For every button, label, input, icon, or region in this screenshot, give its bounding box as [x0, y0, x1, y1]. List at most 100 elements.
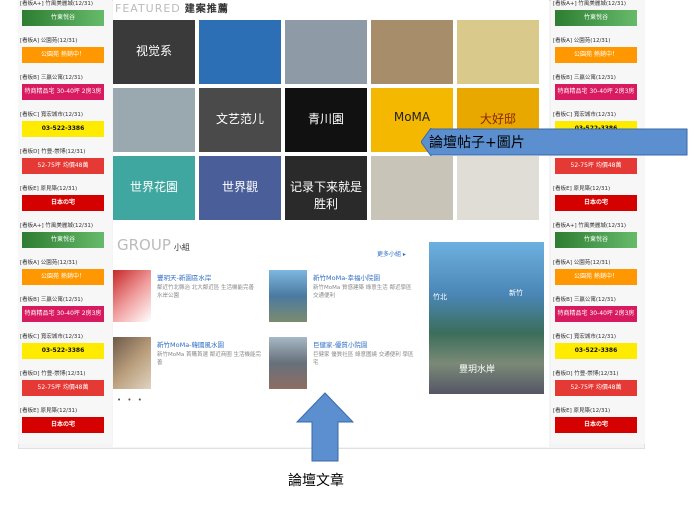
tile-text: MoMA — [393, 110, 431, 124]
ad-slot[interactable]: [看板A] 公園苑(12/31) 公園苑 熱銷中！ — [18, 259, 112, 296]
tile-text: 视觉系 — [135, 44, 172, 58]
featured-tile[interactable] — [457, 156, 539, 220]
ad-label[interactable]: [看板C] 寬宏城市(12/31) — [20, 334, 83, 341]
ad-banner[interactable]: 特商精品宅 30-40坪 2房3房 — [555, 306, 637, 322]
ad-slot[interactable]: [看板E] 原見築(12/31) 日本の宅 — [18, 407, 112, 444]
ad-banner[interactable]: 52-75坪 均價48萬 — [22, 158, 104, 174]
featured-tile[interactable] — [199, 20, 281, 84]
ad-banner[interactable]: 竹東悅谷 — [555, 232, 637, 248]
featured-tile[interactable] — [285, 20, 367, 84]
ad-slot[interactable]: [看板A+] 竹風美麗城(12/31) 竹東悅谷 — [18, 0, 112, 37]
ad-banner[interactable]: 公園苑 熱銷中！ — [555, 47, 637, 63]
ad-slot[interactable]: [看板A+] 竹風美麗城(12/31) 竹東悅谷 — [551, 0, 645, 37]
featured-photo[interactable]: 竹北 新竹 豐玥水岸 — [429, 242, 544, 394]
ad-slot[interactable]: [看板B] 三贏公寓(12/31) 特商精品宅 30-40坪 2房3房 — [551, 74, 645, 111]
ad-banner[interactable]: 公園苑 熱銷中！ — [22, 47, 104, 63]
ad-banner[interactable]: 日本の宅 — [22, 417, 104, 433]
forum-post[interactable]: 新竹MoMa-幸福小院園 新竹MoMa 質感建築 綠意生活 鄰近學區 交通便利 — [269, 270, 419, 322]
ad-slot[interactable]: [看板C] 寬宏城市(12/31) 03-522-3386 — [551, 333, 645, 370]
ad-label[interactable]: [看板A+] 竹風美麗城(12/31) — [553, 1, 626, 8]
ad-label[interactable]: [看板A] 公園苑(12/31) — [553, 260, 610, 267]
ad-label[interactable]: [看板E] 原見築(12/31) — [20, 186, 77, 193]
ad-slot[interactable]: [看板C] 寬宏城市(12/31) 03-522-3386 — [18, 111, 112, 148]
ad-slot[interactable]: [看板E] 原見築(12/31) 日本の宅 — [551, 185, 645, 222]
ad-slot[interactable]: [看板A+] 竹風美麗城(12/31) 竹東悅谷 — [551, 222, 645, 259]
ad-banner[interactable]: 52-75坪 均價48萬 — [555, 380, 637, 396]
group-pager[interactable]: • • • — [117, 396, 144, 404]
featured-tile[interactable] — [371, 156, 453, 220]
ad-label[interactable]: [看板E] 原見築(12/31) — [553, 186, 610, 193]
ad-slot[interactable]: [看板E] 原見築(12/31) 日本の宅 — [18, 185, 112, 222]
ad-slot[interactable]: [看板D] 竹豊-崇博(12/31) 52-75坪 均價48萬 — [551, 370, 645, 407]
ad-label[interactable]: [看板C] 寬宏城市(12/31) — [20, 112, 83, 119]
ad-label[interactable]: [看板B] 三贏公寓(12/31) — [553, 75, 616, 82]
ad-label[interactable]: [看板A] 公園苑(12/31) — [553, 38, 610, 45]
featured-tile[interactable]: 视觉系 — [113, 20, 195, 84]
ad-slot[interactable]: [看板A+] 竹風美麗城(12/31) 竹東悅谷 — [18, 222, 112, 259]
featured-tile[interactable] — [113, 88, 195, 152]
ad-banner[interactable]: 公園苑 熱銷中！ — [22, 269, 104, 285]
featured-tile[interactable] — [457, 20, 539, 84]
ad-banner[interactable]: 日本の宅 — [555, 195, 637, 211]
ad-banner[interactable]: 特商精品宅 30-40坪 2房3房 — [22, 306, 104, 322]
ad-banner[interactable]: 03-522-3386 — [555, 343, 637, 359]
ad-slot[interactable]: [看板A] 公園苑(12/31) 公園苑 熱銷中！ — [18, 37, 112, 74]
ad-label[interactable]: [看板B] 三贏公寓(12/31) — [20, 297, 83, 304]
ad-banner[interactable]: 竹東悅谷 — [22, 232, 104, 248]
ad-banner[interactable]: 52-75坪 均價48萬 — [22, 380, 104, 396]
post-thumbnail[interactable] — [269, 270, 307, 322]
ad-banner[interactable]: 特商精品宅 30-40坪 2房3房 — [555, 84, 637, 100]
ad-label[interactable]: [看板A+] 竹風美麗城(12/31) — [20, 1, 93, 8]
ad-slot[interactable]: [看板A] 公園苑(12/31) 公園苑 熱銷中！ — [551, 37, 645, 74]
ad-label[interactable]: [看板E] 原見築(12/31) — [553, 408, 610, 415]
featured-tile[interactable] — [371, 20, 453, 84]
ad-banner[interactable]: 03-522-3386 — [22, 121, 104, 137]
post-thumbnail[interactable] — [113, 337, 151, 389]
ad-label[interactable]: [看板B] 三贏公寓(12/31) — [20, 75, 83, 82]
ad-banner[interactable]: 竹東悅谷 — [555, 10, 637, 26]
ad-label[interactable]: [看板A+] 竹風美麗城(12/31) — [20, 223, 93, 230]
more-groups-link[interactable]: 更多小組 ▸ — [377, 249, 406, 258]
featured-tile[interactable]: 世界花園 — [113, 156, 195, 220]
featured-tile[interactable]: 世界觀 — [199, 156, 281, 220]
ad-banner[interactable]: 公園苑 熱銷中！ — [555, 269, 637, 285]
group-heading: GROUP 小組 — [117, 236, 190, 254]
ad-label[interactable]: [看板A+] 竹風美麗城(12/31) — [553, 223, 626, 230]
post-title[interactable]: 新竹MoMa-幸福小院園 — [313, 272, 380, 282]
ad-slot[interactable]: [看板B] 三贏公寓(12/31) 特商精品宅 30-40坪 2房3房 — [551, 296, 645, 333]
ad-slot[interactable]: [看板C] 寬宏城市(12/31) 03-522-3386 — [18, 333, 112, 370]
post-title[interactable]: 新竹MoMa-韓國風水園 — [157, 339, 224, 349]
post-title[interactable]: 豐玥天-新園區水岸 — [157, 272, 211, 282]
ad-banner[interactable]: 03-522-3386 — [22, 343, 104, 359]
ad-label[interactable]: [看板C] 寬宏城市(12/31) — [553, 112, 616, 119]
post-title[interactable]: 巨健家-優質小院園 — [313, 339, 367, 349]
ad-banner[interactable]: 52-75坪 均價48萬 — [555, 158, 637, 174]
ad-label[interactable]: [看板A] 公園苑(12/31) — [20, 260, 77, 267]
ad-slot[interactable]: [看板D] 竹豊-崇博(12/31) 52-75坪 均價48萬 — [18, 370, 112, 407]
ad-slot[interactable]: [看板A] 公園苑(12/31) 公園苑 熱銷中！ — [551, 259, 645, 296]
ad-label[interactable]: [看板D] 竹豊-崇博(12/31) — [20, 149, 85, 156]
ad-banner[interactable]: 竹東悅谷 — [22, 10, 104, 26]
tile-text: 大好邸 — [479, 112, 516, 126]
forum-post[interactable]: 豐玥天-新園區水岸 鄰近竹北縣治 北大鄰近區 生活機能完善 水岸公園 — [113, 270, 263, 322]
post-thumbnail[interactable] — [113, 270, 151, 322]
ad-banner[interactable]: 特商精品宅 30-40坪 2房3房 — [22, 84, 104, 100]
ad-label[interactable]: [看板D] 竹豊-崇博(12/31) — [553, 371, 618, 378]
ad-label[interactable]: [看板A] 公園苑(12/31) — [20, 38, 77, 45]
featured-tile[interactable]: 记录下来就是胜利 — [285, 156, 367, 220]
ad-label[interactable]: [看板D] 竹豊-崇博(12/31) — [20, 371, 85, 378]
featured-tile[interactable]: 文艺范儿 — [199, 88, 281, 152]
ad-banner[interactable]: 日本の宅 — [22, 195, 104, 211]
ad-label[interactable]: [看板E] 原見築(12/31) — [20, 408, 77, 415]
ad-label[interactable]: [看板B] 三贏公寓(12/31) — [553, 297, 616, 304]
featured-tile[interactable]: 青川園 — [285, 88, 367, 152]
ad-banner[interactable]: 日本の宅 — [555, 417, 637, 433]
ad-slot[interactable]: [看板E] 原見築(12/31) 日本の宅 — [551, 407, 645, 444]
ad-slot[interactable]: [看板D] 竹豊-崇博(12/31) 52-75坪 均價48萬 — [18, 148, 112, 185]
post-thumbnail[interactable] — [269, 337, 307, 389]
ad-slot[interactable]: [看板B] 三贏公寓(12/31) 特商精品宅 30-40坪 2房3房 — [18, 296, 112, 333]
forum-post[interactable]: 新竹MoMa-韓國風水園 新竹MoMa 首購首選 鄰近商圈 生活機能完善 — [113, 337, 263, 389]
ad-slot[interactable]: [看板B] 三贏公寓(12/31) 特商精品宅 30-40坪 2房3房 — [18, 74, 112, 111]
ad-label[interactable]: [看板C] 寬宏城市(12/31) — [553, 334, 616, 341]
forum-post[interactable]: 巨健家-優質小院園 巨健家 優質社區 綠意圍繞 交通便利 學區宅 — [269, 337, 419, 389]
